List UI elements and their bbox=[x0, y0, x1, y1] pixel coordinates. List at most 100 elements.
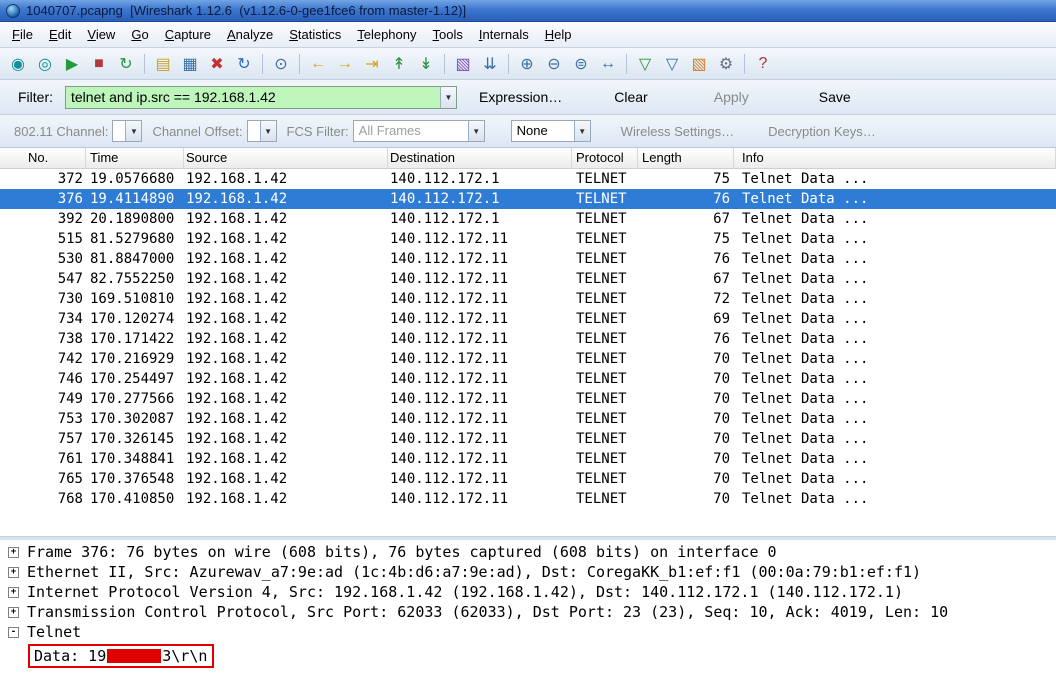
start-capture-icon[interactable]: ▶ bbox=[59, 51, 85, 77]
zoom-out-icon[interactable]: ⊖ bbox=[541, 51, 567, 77]
preferences-icon[interactable]: ⚙ bbox=[713, 51, 739, 77]
packet-row[interactable]: 376 19.4114890 192.168.1.42 140.112.172.1 TE… bbox=[0, 189, 1056, 209]
filter-label[interactable]: Filter: bbox=[10, 85, 61, 109]
channel-offset-select[interactable]: ▼ bbox=[246, 120, 277, 142]
channel-offset-label: Channel Offset: bbox=[152, 123, 243, 139]
packet-row[interactable]: 768 170.410850 192.168.1.42 140.112.172.11 T… bbox=[0, 489, 1056, 509]
cell-protocol: TELNET bbox=[576, 231, 627, 247]
menu-internals[interactable]: Internals bbox=[471, 23, 537, 46]
menu-edit[interactable]: Edit bbox=[41, 23, 79, 46]
close-file-icon[interactable]: ✖ bbox=[204, 51, 230, 77]
filter-input-wrap: ▼ bbox=[65, 85, 457, 109]
menu-tools[interactable]: Tools bbox=[425, 23, 471, 46]
stop-capture-icon[interactable]: ■ bbox=[86, 51, 112, 77]
detail-line[interactable]: - Telnet bbox=[0, 622, 1056, 642]
go-bottom-icon[interactable]: ↡ bbox=[413, 51, 439, 77]
menu-help[interactable]: Help bbox=[537, 23, 580, 46]
decryption-keys-button[interactable]: Decryption Keys… bbox=[760, 120, 884, 143]
packet-row[interactable]: 530 81.8847000 192.168.1.42 140.112.172.11 T… bbox=[0, 249, 1056, 269]
column-header-length[interactable]: Length bbox=[638, 148, 734, 169]
save-button[interactable]: Save bbox=[811, 85, 859, 109]
cell-no: 753 bbox=[57, 411, 83, 427]
detail-line[interactable]: + Internet Protocol Version 4, Src: 192.1… bbox=[0, 582, 1056, 602]
resize-columns-icon[interactable]: ↔ bbox=[595, 51, 621, 77]
detail-text: Transmission Control Protocol, Src Port:… bbox=[27, 603, 949, 621]
go-back-icon[interactable]: ← bbox=[305, 51, 331, 77]
packet-row[interactable]: 742 170.216929 192.168.1.42 140.112.172.11 T… bbox=[0, 349, 1056, 369]
capture-options-icon[interactable]: ◎ bbox=[32, 51, 58, 77]
filter-history-dropdown-button[interactable]: ▼ bbox=[440, 86, 456, 108]
clear-button[interactable]: Clear bbox=[606, 85, 655, 109]
column-header-time[interactable]: Time bbox=[86, 148, 184, 169]
cell-source: 192.168.1.42 bbox=[186, 371, 288, 387]
expression-button[interactable]: Expression… bbox=[471, 85, 570, 109]
packet-row[interactable]: 734 170.120274 192.168.1.42 140.112.172.11 T… bbox=[0, 309, 1056, 329]
packet-row[interactable]: 753 170.302087 192.168.1.42 140.112.172.11 T… bbox=[0, 409, 1056, 429]
channel-select[interactable]: ▼ bbox=[112, 120, 143, 142]
packet-row[interactable]: 372 19.0576680 192.168.1.42 140.112.172.1 TE… bbox=[0, 169, 1056, 189]
open-file-icon[interactable]: ▤ bbox=[150, 51, 176, 77]
detail-line[interactable]: + Ethernet II, Src: Azurewav_a7:9e:ad (1c… bbox=[0, 562, 1056, 582]
cell-destination: 140.112.172.11 bbox=[390, 391, 509, 407]
menu-go[interactable]: Go bbox=[123, 23, 156, 46]
cell-protocol: TELNET bbox=[576, 251, 627, 267]
save-file-icon[interactable]: ▦ bbox=[177, 51, 203, 77]
toolbar-separator bbox=[744, 53, 745, 74]
packet-row[interactable]: 738 170.171422 192.168.1.42 140.112.172.11 T… bbox=[0, 329, 1056, 349]
expand-icon[interactable]: + bbox=[8, 566, 19, 578]
expand-icon[interactable]: + bbox=[8, 546, 19, 558]
reload-file-icon[interactable]: ↻ bbox=[231, 51, 257, 77]
telnet-data-line[interactable]: Data: 19 3\r\n bbox=[0, 642, 1056, 669]
zoom-in-icon[interactable]: ⊕ bbox=[514, 51, 540, 77]
restart-capture-icon[interactable]: ↻ bbox=[113, 51, 139, 77]
column-header-destination[interactable]: Destination bbox=[388, 148, 572, 169]
help-icon[interactable]: ? bbox=[750, 51, 776, 77]
packet-row[interactable]: 547 82.7552250 192.168.1.42 140.112.172.11 T… bbox=[0, 269, 1056, 289]
packet-row[interactable]: 515 81.5279680 192.168.1.42 140.112.172.11 T… bbox=[0, 229, 1056, 249]
packet-row[interactable]: 765 170.376548 192.168.1.42 140.112.172.11 T… bbox=[0, 469, 1056, 489]
capture-filters-icon[interactable]: ▽ bbox=[632, 51, 658, 77]
detail-line[interactable]: + Frame 376: 76 bytes on wire (608 bits),… bbox=[0, 542, 1056, 562]
list-interfaces-icon[interactable]: ◉ bbox=[5, 51, 31, 77]
column-header-protocol[interactable]: Protocol bbox=[572, 148, 638, 169]
menu-capture[interactable]: Capture bbox=[157, 23, 219, 46]
column-header-no[interactable]: No. bbox=[0, 148, 86, 169]
cell-no: 392 bbox=[57, 211, 83, 227]
go-top-icon[interactable]: ↟ bbox=[386, 51, 412, 77]
expand-icon[interactable]: + bbox=[8, 586, 19, 598]
packet-row[interactable]: 749 170.277566 192.168.1.42 140.112.172.11 T… bbox=[0, 389, 1056, 409]
wireless-settings-button[interactable]: Wireless Settings… bbox=[613, 120, 742, 143]
column-header-info[interactable]: Info bbox=[734, 148, 1056, 169]
menu-view[interactable]: View bbox=[79, 23, 123, 46]
fcs-filter-select[interactable]: All Frames ▼ bbox=[352, 120, 485, 142]
cell-time: 20.1890800 bbox=[90, 211, 175, 227]
cell-length: 70 bbox=[713, 391, 730, 407]
packet-row[interactable]: 757 170.326145 192.168.1.42 140.112.172.11 T… bbox=[0, 429, 1056, 449]
menu-file[interactable]: File bbox=[4, 23, 41, 46]
packet-row[interactable]: 730 169.510810 192.168.1.42 140.112.172.11 T… bbox=[0, 289, 1056, 309]
autoscroll-icon[interactable]: ⇊ bbox=[477, 51, 503, 77]
coloring-rules-icon[interactable]: ▧ bbox=[686, 51, 712, 77]
decryption-mode-select[interactable]: None ▼ bbox=[510, 120, 591, 142]
menu-telephony[interactable]: Telephony bbox=[349, 23, 424, 46]
detail-line[interactable]: + Transmission Control Protocol, Src Port… bbox=[0, 602, 1056, 622]
cell-source: 192.168.1.42 bbox=[186, 291, 288, 307]
packet-row[interactable]: 761 170.348841 192.168.1.42 140.112.172.11 T… bbox=[0, 449, 1056, 469]
find-packet-icon[interactable]: ⊙ bbox=[268, 51, 294, 77]
colorize-icon[interactable]: ▧ bbox=[450, 51, 476, 77]
display-filters-icon[interactable]: ▽ bbox=[659, 51, 685, 77]
collapse-icon[interactable]: - bbox=[8, 626, 19, 638]
zoom-100-icon[interactable]: ⊜ bbox=[568, 51, 594, 77]
packet-row[interactable]: 392 20.1890800 192.168.1.42 140.112.172.1 TE… bbox=[0, 209, 1056, 229]
expand-icon[interactable]: + bbox=[8, 606, 19, 618]
apply-button[interactable]: Apply bbox=[706, 85, 757, 109]
go-forward-icon[interactable]: → bbox=[332, 51, 358, 77]
filter-input[interactable] bbox=[66, 86, 440, 108]
menu-analyze[interactable]: Analyze bbox=[219, 23, 281, 46]
cell-source: 192.168.1.42 bbox=[186, 211, 288, 227]
go-to-packet-icon[interactable]: ⇥ bbox=[359, 51, 385, 77]
column-header-source[interactable]: Source bbox=[184, 148, 388, 169]
menu-statistics[interactable]: Statistics bbox=[281, 23, 349, 46]
title-bar[interactable]: 1040707.pcapng [Wireshark 1.12.6 (v1.12.… bbox=[0, 0, 1056, 22]
packet-row[interactable]: 746 170.254497 192.168.1.42 140.112.172.11 T… bbox=[0, 369, 1056, 389]
